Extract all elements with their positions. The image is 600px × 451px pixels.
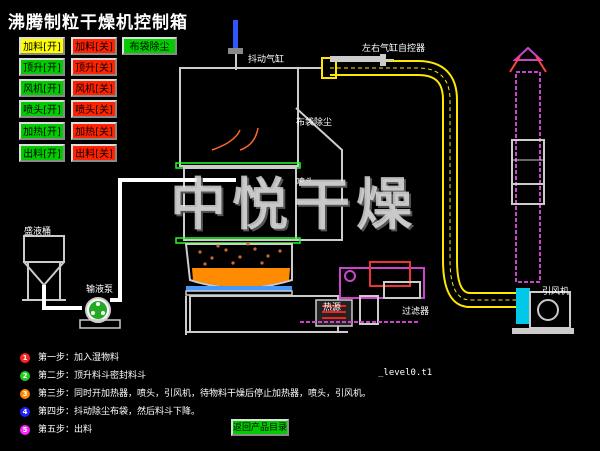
step-3-text: 第三步：同时开加热器，喷头，引风机，待物料干燥后停止加热器，喷头，引风机。 bbox=[38, 389, 372, 399]
step-5-number: 5 bbox=[20, 424, 30, 435]
step-2-number: 2 bbox=[20, 370, 30, 381]
fan-label: 引风机 bbox=[542, 287, 570, 297]
step-2-text: 第二步：顶升料斗密封料斗 bbox=[38, 371, 147, 381]
file-label: _level0.t1 bbox=[378, 368, 433, 378]
shake-cylinder-label: 抖动气缸 bbox=[248, 55, 285, 65]
heat-source-label: 热源 bbox=[323, 303, 342, 313]
exhaust-stack bbox=[515, 71, 541, 283]
pump-label: 输液泵 bbox=[86, 285, 114, 295]
step-1: 1 第一步：加入湿物料 bbox=[20, 350, 119, 363]
step-4-number: 4 bbox=[20, 406, 30, 417]
back-to-catalog-button[interactable]: 返回产品目录 bbox=[231, 419, 289, 436]
step-4: 4 第四步：抖动除尘布袋，然后料斗下降。 bbox=[20, 404, 200, 417]
step-5-text: 第五步：出料 bbox=[38, 425, 93, 435]
liquid-tank bbox=[23, 235, 65, 263]
step-3-number: 3 bbox=[20, 388, 30, 399]
step-3: 3 第三步：同时开加热器，喷头，引风机，待物料干燥后停止加热器，喷头，引风机。 bbox=[20, 386, 371, 399]
cylinder-controller bbox=[330, 56, 380, 62]
bag-filter-label: 布袋除尘 bbox=[296, 118, 333, 128]
bag-filter-chamber bbox=[179, 67, 299, 167]
step-5: 5 第五步：出料 bbox=[20, 422, 92, 435]
step-1-text: 第一步：加入湿物料 bbox=[38, 353, 120, 363]
step-2: 2 第二步：顶升料斗密封料斗 bbox=[20, 368, 146, 381]
step-1-number: 1 bbox=[20, 352, 30, 363]
filter-box bbox=[383, 281, 421, 299]
step-4-text: 第四步：抖动除尘布袋，然后料斗下降。 bbox=[38, 407, 201, 417]
filter-label: 过滤器 bbox=[402, 307, 430, 317]
fan-housing bbox=[529, 291, 571, 329]
liquid-tank-label: 盛液桶 bbox=[24, 227, 52, 237]
liquid-pipe-in bbox=[42, 285, 82, 310]
shake-cylinder-shaft bbox=[233, 20, 238, 50]
shake-cylinder-base bbox=[228, 48, 243, 54]
fan-motor-link bbox=[516, 288, 530, 324]
cylinder-controller-label: 左右气缸自控器 bbox=[362, 44, 426, 54]
watermark-logo: 中悦干燥 bbox=[170, 172, 418, 238]
